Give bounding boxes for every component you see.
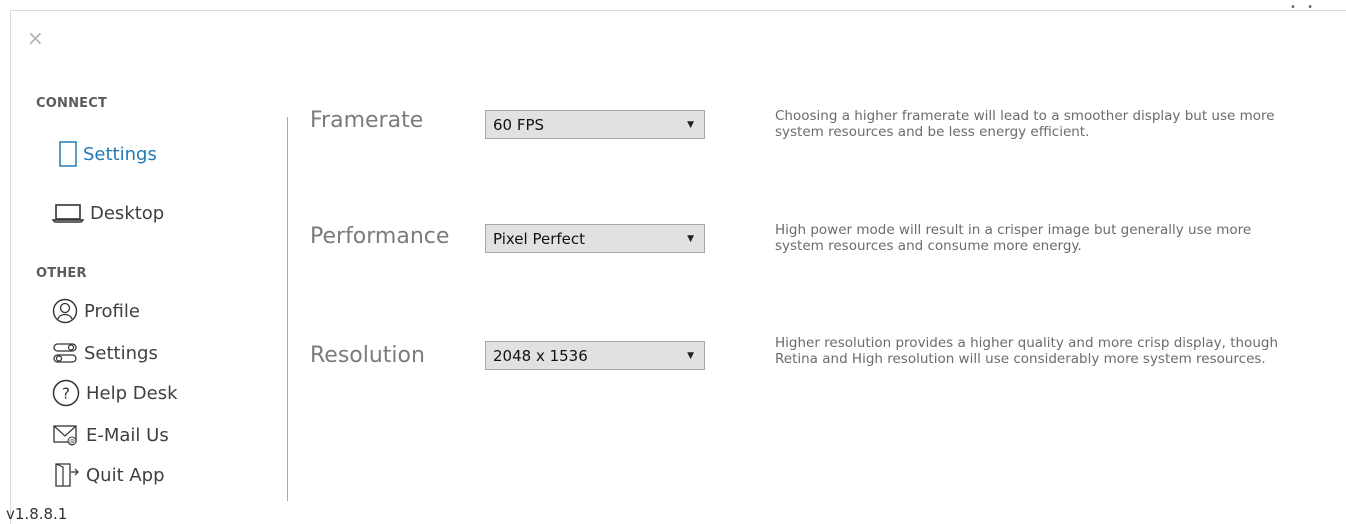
resolution-value: 2048 x 1536 (493, 346, 588, 365)
framerate-description: Choosing a higher framerate will lead to… (775, 108, 1275, 140)
help-icon: ? (52, 379, 80, 407)
caret-down-icon: ▼ (687, 234, 694, 244)
background-fragment: • • (1290, 2, 1317, 13)
section-title-other: OTHER (36, 266, 87, 281)
profile-icon (52, 298, 78, 324)
performance-select[interactable]: Pixel Perfect ▼ (485, 224, 705, 253)
sidebar-item-connect-settings[interactable]: Settings (59, 140, 157, 168)
mail-icon: @ (52, 423, 80, 447)
svg-text:@: @ (69, 439, 75, 446)
sidebar-item-help-desk[interactable]: ? Help Desk (52, 379, 178, 407)
tablet-icon (59, 141, 77, 167)
sidebar-item-label: E-Mail Us (86, 424, 169, 446)
sidebar: CONNECT Settings Desktop OTHER Profile S… (0, 0, 290, 524)
caret-down-icon: ▼ (687, 120, 694, 130)
framerate-select[interactable]: 60 FPS ▼ (485, 110, 705, 139)
sidebar-item-label: Help Desk (86, 382, 178, 404)
sidebar-item-label: Settings (84, 342, 158, 364)
sidebar-item-label: Settings (83, 143, 157, 165)
resolution-label: Resolution (310, 343, 425, 368)
sidebar-item-quit-app[interactable]: Quit App (52, 461, 165, 489)
sidebar-item-label: Desktop (90, 202, 165, 224)
sidebar-item-other-settings[interactable]: Settings (52, 339, 158, 367)
performance-value: Pixel Perfect (493, 229, 586, 248)
toggles-icon (52, 342, 78, 364)
app-version: v1.8.8.1 (6, 505, 68, 523)
sidebar-divider (287, 117, 288, 501)
sidebar-item-label: Profile (84, 300, 140, 322)
framerate-label: Framerate (310, 108, 424, 133)
laptop-icon (52, 203, 84, 223)
caret-down-icon: ▼ (687, 351, 694, 361)
exit-door-icon (52, 462, 80, 488)
svg-text:?: ? (62, 385, 70, 403)
section-title-connect: CONNECT (36, 96, 108, 111)
performance-description: High power mode will result in a crisper… (775, 222, 1252, 254)
framerate-value: 60 FPS (493, 115, 545, 134)
sidebar-item-profile[interactable]: Profile (52, 297, 140, 325)
performance-label: Performance (310, 224, 450, 249)
resolution-select[interactable]: 2048 x 1536 ▼ (485, 341, 705, 370)
sidebar-item-desktop[interactable]: Desktop (52, 199, 164, 227)
resolution-description: Higher resolution provides a higher qual… (775, 335, 1279, 367)
sidebar-item-label: Quit App (86, 464, 165, 486)
sidebar-item-email-us[interactable]: @ E-Mail Us (52, 421, 169, 449)
